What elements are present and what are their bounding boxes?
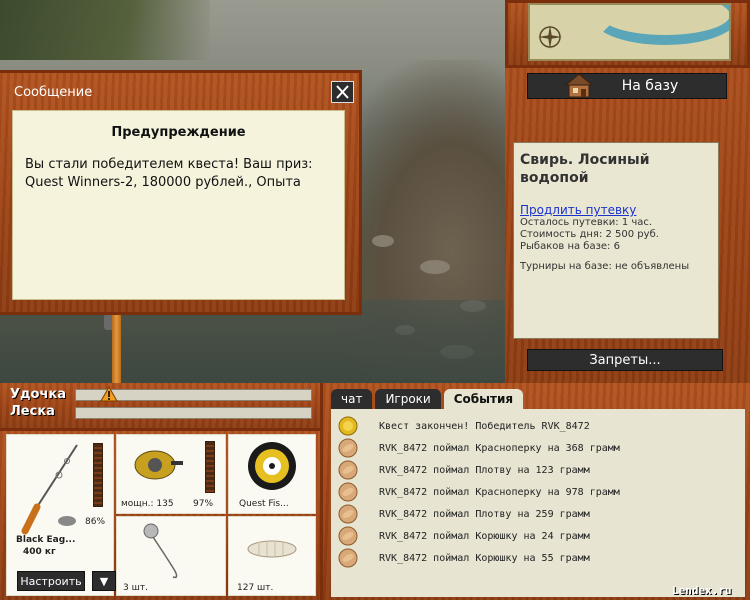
list-item: RVK_8472 поймал Корюшку на 55 грамм bbox=[331, 547, 745, 569]
rod-weight: 400 кг bbox=[23, 547, 56, 557]
river-line bbox=[590, 5, 729, 45]
tab-chat[interactable]: чат bbox=[331, 389, 373, 409]
setup-button[interactable]: Настроить bbox=[17, 571, 85, 591]
fish-catch-icon bbox=[338, 504, 358, 524]
message-dialog: Сообщение Предупреждение Вы стали победи… bbox=[0, 70, 362, 315]
line-label: Леска bbox=[10, 404, 55, 419]
fish-catch-icon bbox=[338, 482, 358, 502]
reel-percent: 97% bbox=[193, 499, 214, 509]
close-icon bbox=[336, 85, 349, 99]
watermark: Lendex.ru bbox=[672, 584, 732, 597]
day-cost: Стоимость дня: 2 500 руб. bbox=[520, 229, 659, 240]
minimap[interactable] bbox=[528, 3, 731, 61]
dialog-text: Вы стали победителем квеста! Ваш приз: Q… bbox=[25, 157, 313, 190]
list-item: RVK_8472 поймал Корюшку на 24 грамм bbox=[331, 525, 745, 547]
rod-percent: 86% bbox=[85, 517, 106, 527]
hook-count: 3 шт. bbox=[123, 583, 148, 593]
bait-count: 127 шт. bbox=[237, 583, 274, 593]
reel-slot[interactable]: мощн.: 135 97% bbox=[116, 434, 226, 514]
rod-wear-meter bbox=[93, 443, 103, 507]
line-tension-bar bbox=[75, 407, 312, 419]
inventory-panel: 86% Black Eag... 400 кг Настроить ▼ мощн… bbox=[0, 428, 320, 600]
list-item: Квест закончен! Победитель RVK_8472 bbox=[331, 415, 745, 437]
fish-catch-icon bbox=[338, 438, 358, 458]
list-item: RVK_8472 поймал Красноперку на 368 грамм bbox=[331, 437, 745, 459]
maggot-bait-icon bbox=[247, 540, 297, 558]
go-to-base-button[interactable]: На базу bbox=[527, 73, 727, 99]
dialog-heading: Предупреждение bbox=[111, 125, 246, 140]
list-item: RVK_8472 поймал Плотву на 259 грамм bbox=[331, 503, 745, 525]
reel-icon bbox=[134, 450, 183, 480]
event-text: RVK_8472 поймал Плотву на 259 грамм bbox=[379, 508, 590, 520]
chat-tabs: чат Игроки События bbox=[331, 389, 526, 409]
hook-lure-icon bbox=[58, 516, 76, 526]
event-text: RVK_8472 поймал Корюшку на 24 грамм bbox=[379, 530, 590, 542]
list-item: RVK_8472 поймал Плотву на 123 грамм bbox=[331, 459, 745, 481]
event-text: RVK_8472 поймал Красноперку на 978 грамм bbox=[379, 486, 620, 498]
extend-permit-link[interactable]: Продлить путевку bbox=[520, 203, 712, 217]
compass-icon bbox=[538, 25, 562, 49]
expand-button[interactable]: ▼ bbox=[92, 571, 116, 591]
close-button[interactable] bbox=[331, 81, 354, 103]
far-bank bbox=[0, 0, 210, 60]
sinker-icon bbox=[143, 523, 178, 579]
bait-slot[interactable]: 127 шт. bbox=[228, 516, 316, 596]
rock bbox=[420, 260, 450, 274]
base-button-area: На базу bbox=[505, 68, 750, 136]
line-spool-icon bbox=[248, 442, 296, 490]
location-title: Свирь. Лосиный водопой bbox=[520, 152, 650, 186]
prohibitions-button[interactable]: Запреты... bbox=[527, 349, 723, 371]
warning-icon bbox=[100, 386, 118, 402]
event-text: Квест закончен! Победитель RVK_8472 bbox=[379, 420, 590, 432]
rod-label: Удочка bbox=[10, 387, 66, 402]
chat-panel: чат Игроки События Квест закончен! Побед… bbox=[320, 383, 750, 600]
reel-power: мощн.: 135 bbox=[121, 499, 174, 509]
house-icon bbox=[564, 73, 594, 98]
go-to-base-label: На базу bbox=[621, 78, 679, 94]
reel-wear-meter bbox=[205, 441, 215, 493]
right-panel: На базу Свирь. Лосиный водопой Продлить … bbox=[505, 0, 750, 383]
event-text: RVK_8472 поймал Корюшку на 55 грамм bbox=[379, 552, 590, 564]
fish-catch-icon bbox=[338, 460, 358, 480]
dialog-title: Сообщение bbox=[14, 85, 93, 100]
event-text: RVK_8472 поймал Красноперку на 368 грамм bbox=[379, 442, 620, 454]
dialog-body: Предупреждение Вы стали победителем квес… bbox=[12, 110, 345, 300]
line-name: Quest Fis... bbox=[239, 499, 289, 509]
events-list: Квест закончен! Победитель RVK_8472 RVK_… bbox=[331, 409, 745, 597]
line-slot[interactable]: Quest Fis... bbox=[228, 434, 316, 514]
list-item: RVK_8472 поймал Красноперку на 978 грамм bbox=[331, 481, 745, 503]
rock bbox=[372, 235, 394, 247]
tension-bars: Удочка Леска bbox=[0, 383, 320, 428]
fish-catch-icon bbox=[338, 548, 358, 568]
fish-catch-icon bbox=[338, 526, 358, 546]
gold-medal-icon bbox=[338, 416, 358, 436]
tab-events[interactable]: События bbox=[443, 389, 524, 409]
rod-slot[interactable]: 86% Black Eag... 400 кг Настроить ▼ bbox=[6, 434, 116, 596]
hook-slot[interactable]: 3 шт. bbox=[116, 516, 226, 596]
tab-players[interactable]: Игроки bbox=[375, 389, 441, 409]
fishers-count: Рыбаков на базе: 6 bbox=[520, 241, 620, 252]
rod-name: Black Eag... bbox=[16, 535, 76, 545]
event-text: RVK_8472 поймал Плотву на 123 грамм bbox=[379, 464, 590, 476]
permit-remaining: Осталось путевки: 1 час. bbox=[520, 217, 653, 228]
fishing-rod[interactable] bbox=[112, 314, 121, 383]
map-frame bbox=[505, 0, 750, 68]
location-info: Свирь. Лосиный водопой Продлить путевку … bbox=[513, 142, 719, 339]
tournaments-status: Турниры на базе: не объявлены bbox=[520, 261, 690, 272]
